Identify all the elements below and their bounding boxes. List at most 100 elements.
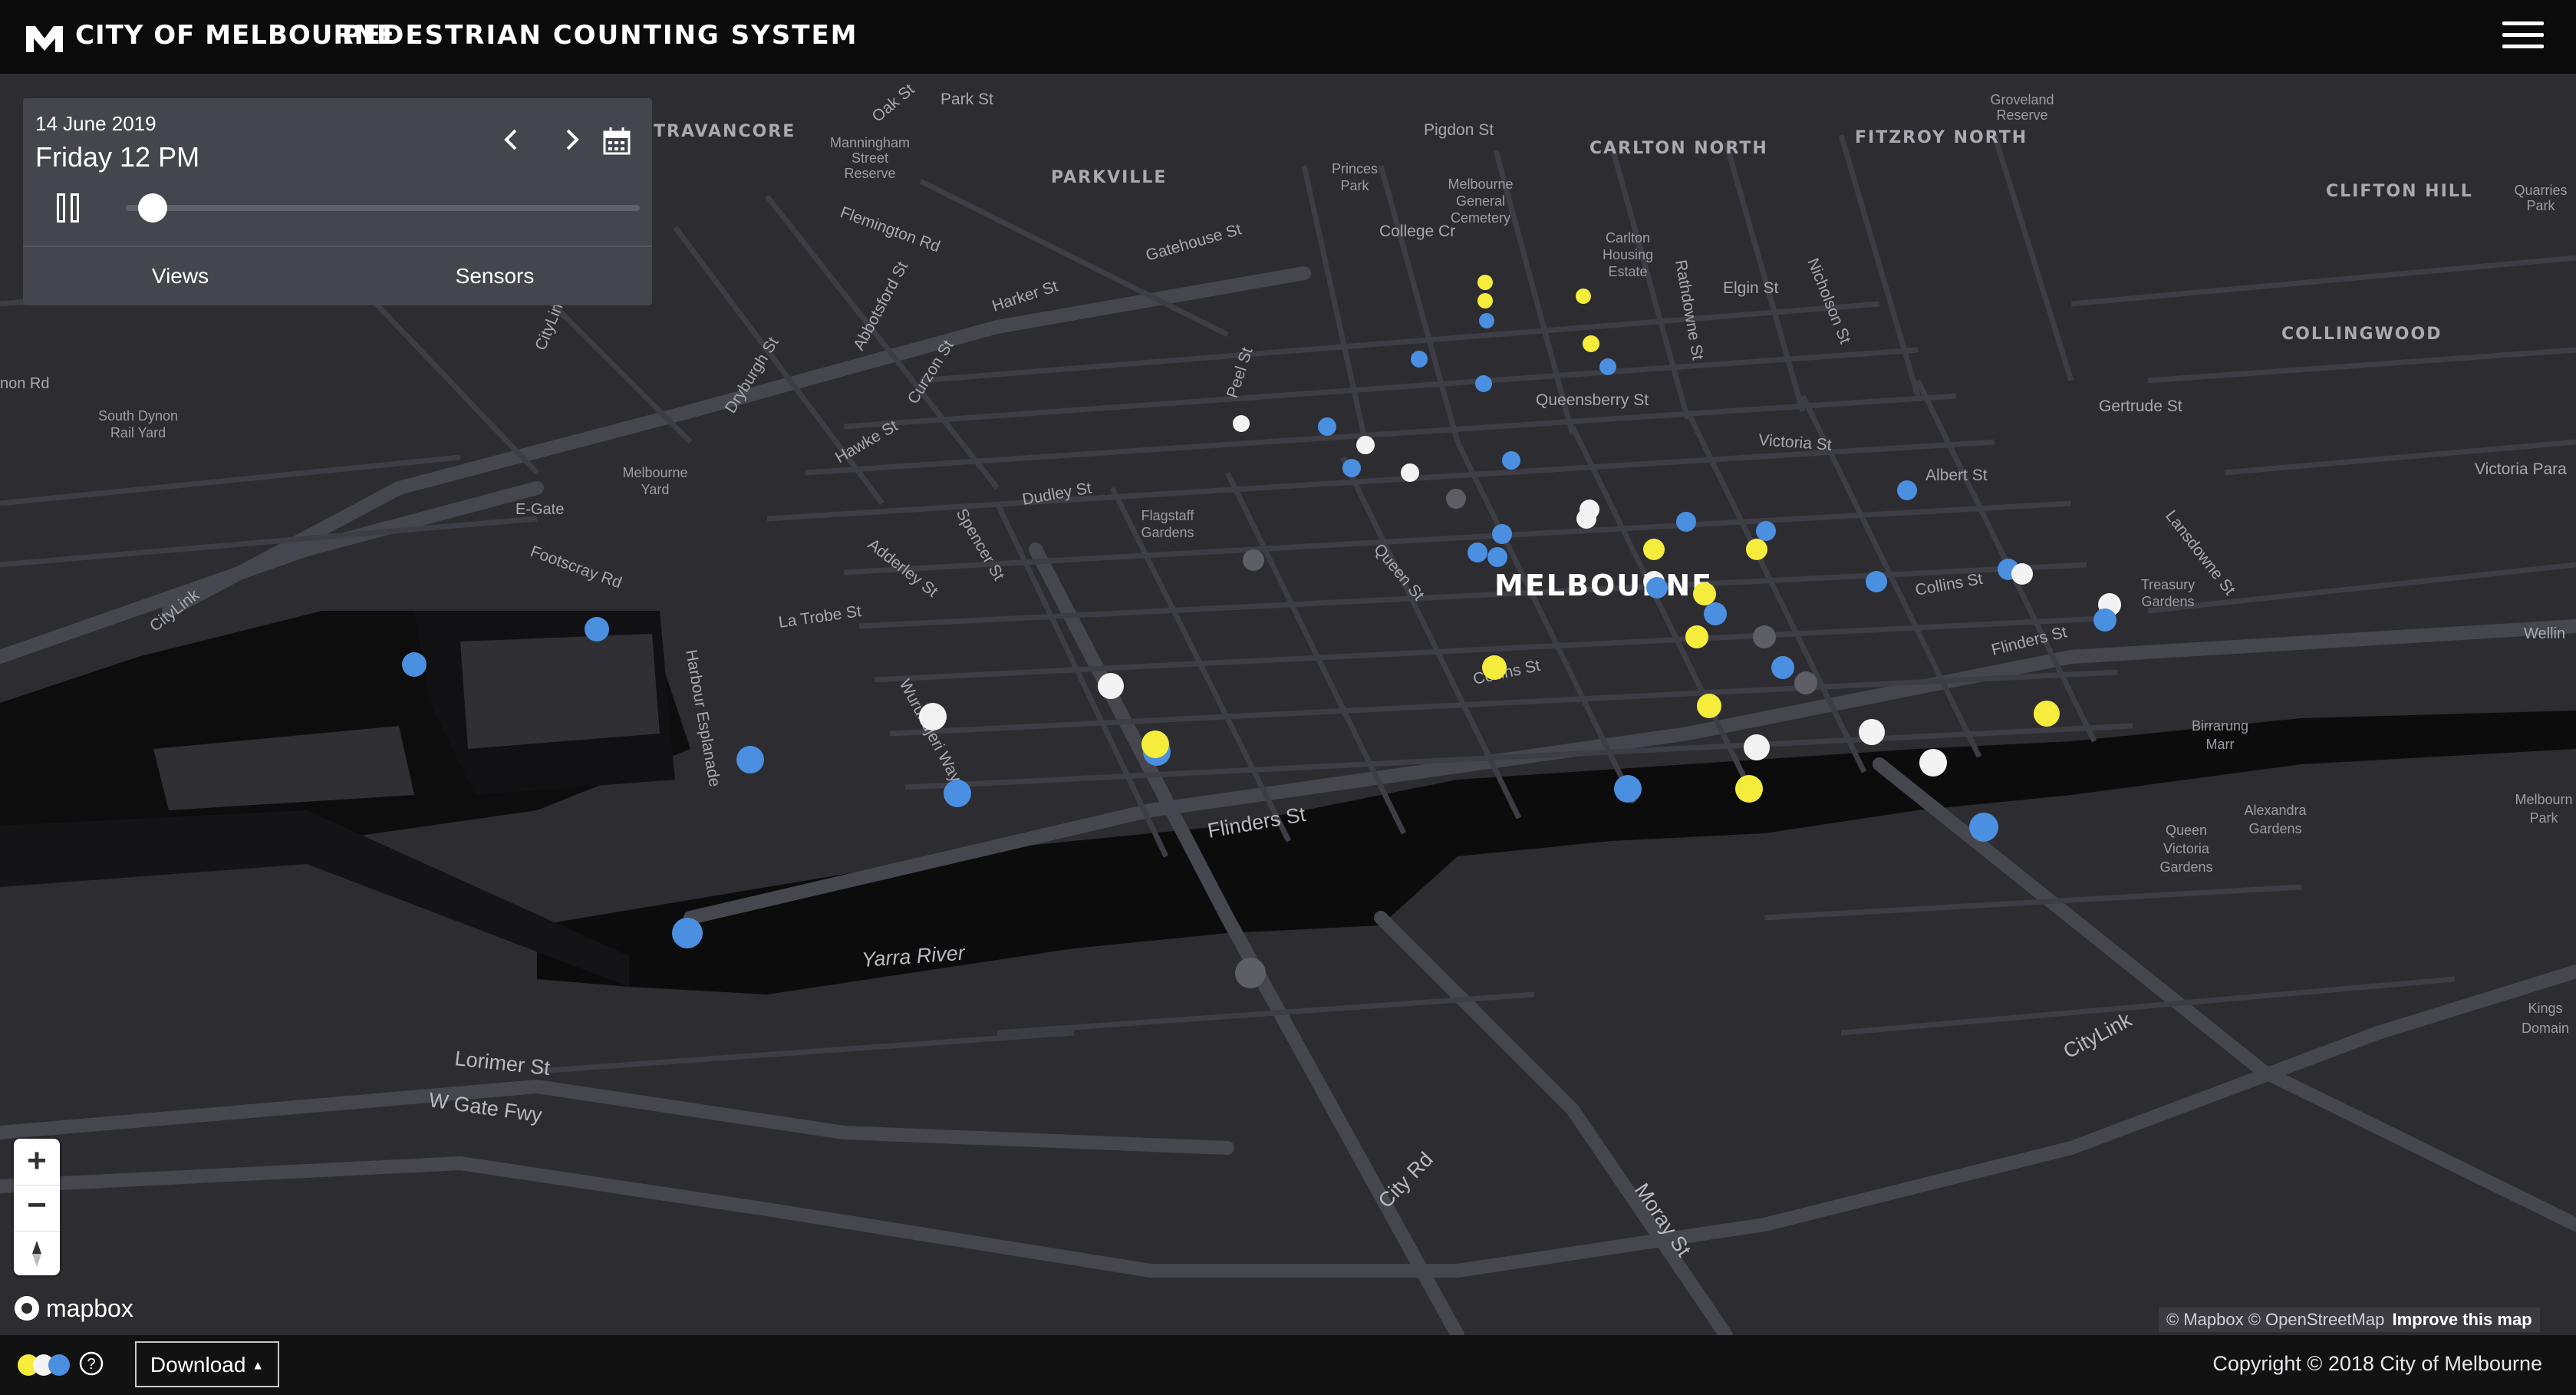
- mapbox-wordmark: mapbox: [46, 1294, 133, 1322]
- sensor-marker[interactable]: [1356, 436, 1375, 454]
- copyright-text: Copyright © 2018 City of Melbourne: [2212, 1352, 2542, 1375]
- sensor-marker[interactable]: [1744, 734, 1770, 760]
- svg-text:GrovelandReserve: Groveland Reserve: [1990, 92, 2054, 123]
- hamburger-icon[interactable]: [2502, 21, 2544, 54]
- download-label: Download: [150, 1353, 246, 1377]
- calendar-icon[interactable]: [600, 124, 634, 158]
- sensor-marker[interactable]: [1599, 358, 1616, 375]
- sensor-marker[interactable]: [585, 617, 609, 641]
- sensor-marker[interactable]: [1487, 547, 1507, 567]
- sensor-marker[interactable]: [1753, 625, 1776, 648]
- sensor-marker[interactable]: [1446, 489, 1466, 509]
- zoom-in-button[interactable]: +: [14, 1139, 60, 1183]
- sensor-marker[interactable]: [1492, 524, 1512, 544]
- sensor-marker[interactable]: [1676, 512, 1696, 532]
- svg-text:E-Gate: E-Gate: [516, 501, 564, 518]
- sensor-marker[interactable]: [1643, 539, 1665, 560]
- tab-sensors[interactable]: Sensors: [338, 247, 652, 305]
- svg-text:COLLINGWOOD: COLLINGWOOD: [2281, 325, 2442, 344]
- sensor-marker[interactable]: [1141, 730, 1169, 758]
- svg-text:Queensberry St: Queensberry St: [1536, 391, 1649, 409]
- sensor-marker[interactable]: [1318, 417, 1336, 436]
- sensor-marker[interactable]: [1235, 958, 1266, 988]
- sensor-marker[interactable]: [1482, 655, 1507, 680]
- attribution-text[interactable]: © Mapbox © OpenStreetMap: [2166, 1310, 2384, 1329]
- top-bar: CITY OF MELBOURNE PEDESTRIAN COUNTING SY…: [0, 0, 2576, 74]
- sensor-marker[interactable]: [1502, 451, 1520, 470]
- sensor-marker[interactable]: [1576, 509, 1596, 529]
- sensor-marker[interactable]: [1756, 521, 1776, 541]
- sensor-marker[interactable]: [1477, 275, 1493, 290]
- chevron-left-icon[interactable]: [496, 124, 526, 155]
- sensor-marker[interactable]: [1479, 313, 1494, 328]
- svg-text:CLIFTON HILL: CLIFTON HILL: [2326, 182, 2473, 201]
- time-control-panel: 14 June 2019 Friday 12 PM Views Sensors: [23, 98, 652, 305]
- svg-text:Wellin: Wellin: [2524, 625, 2565, 642]
- download-button[interactable]: Download ▲: [135, 1341, 279, 1387]
- sensor-marker[interactable]: [1704, 602, 1727, 625]
- mapbox-logo-icon: [15, 1296, 39, 1321]
- sensor-marker[interactable]: [672, 918, 703, 948]
- svg-text:Victoria Para: Victoria Para: [2475, 460, 2567, 478]
- sensor-marker[interactable]: [944, 780, 971, 807]
- mapbox-logo[interactable]: mapbox: [12, 1294, 133, 1323]
- sensor-marker[interactable]: [1735, 775, 1763, 803]
- sensor-marker[interactable]: [1342, 459, 1361, 477]
- svg-text:CARLTON NORTH: CARLTON NORTH: [1589, 139, 1768, 158]
- sensor-marker[interactable]: [1477, 293, 1493, 308]
- sensor-marker[interactable]: [1576, 289, 1591, 304]
- sensor-marker[interactable]: [1475, 375, 1492, 392]
- improve-map-link[interactable]: Improve this map: [2392, 1310, 2532, 1329]
- tab-views[interactable]: Views: [23, 247, 338, 305]
- svg-text:CarltonHousingEstate: Carlton Housing Estate: [1603, 230, 1653, 279]
- sensor-marker[interactable]: [1614, 775, 1642, 803]
- zoom-out-button[interactable]: −: [14, 1185, 60, 1230]
- sensor-marker[interactable]: [402, 652, 427, 677]
- sensor-marker[interactable]: [2034, 701, 2060, 727]
- svg-text:MelbourneGeneralCemetery: Melbourne General Cemetery: [1448, 176, 1513, 226]
- sensor-marker[interactable]: [1919, 749, 1947, 777]
- system-title: PEDESTRIAN COUNTING SYSTEM: [342, 20, 858, 51]
- sensor-marker[interactable]: [919, 703, 947, 730]
- chevron-right-icon[interactable]: [557, 124, 588, 155]
- sensor-marker[interactable]: [1746, 539, 1767, 560]
- sensor-marker[interactable]: [1794, 671, 1817, 694]
- svg-text:non Rd: non Rd: [0, 375, 50, 392]
- sensor-marker[interactable]: [736, 746, 764, 773]
- slider-thumb[interactable]: [138, 193, 168, 223]
- zoom-control: + −: [14, 1139, 60, 1275]
- sensor-marker[interactable]: [1866, 571, 1887, 592]
- label-melbourne: MELBOURNE: [1494, 569, 1713, 602]
- sensor-marker[interactable]: [1685, 625, 1708, 648]
- compass-icon[interactable]: [14, 1231, 60, 1276]
- sensor-marker[interactable]: [1771, 656, 1794, 679]
- slider-track[interactable]: [126, 205, 640, 211]
- city-of-melbourne-logo-icon[interactable]: [25, 23, 64, 54]
- svg-text:FITZROY NORTH: FITZROY NORTH: [1855, 128, 2028, 147]
- sensor-marker[interactable]: [1646, 577, 1668, 599]
- sensor-marker[interactable]: [1693, 582, 1716, 605]
- sensor-marker[interactable]: [1897, 480, 1917, 500]
- sensor-marker[interactable]: [1697, 694, 1721, 718]
- caret-up-icon: ▲: [252, 1359, 265, 1373]
- pause-icon[interactable]: [57, 193, 83, 223]
- svg-text:?: ?: [87, 1356, 95, 1373]
- sensor-marker[interactable]: [1243, 549, 1264, 571]
- time-slider[interactable]: [126, 193, 640, 223]
- sensor-marker[interactable]: [1098, 673, 1124, 699]
- sensor-marker[interactable]: [2093, 608, 2116, 632]
- sensor-marker[interactable]: [1859, 719, 1885, 745]
- svg-text:PARKVILLE: PARKVILLE: [1051, 168, 1167, 187]
- help-icon[interactable]: ?: [78, 1350, 104, 1377]
- sensor-marker[interactable]: [1411, 351, 1428, 368]
- legend-toggle-icon[interactable]: [15, 1352, 74, 1378]
- sensor-marker[interactable]: [1583, 335, 1599, 352]
- sensor-marker[interactable]: [1468, 542, 1487, 562]
- sensor-marker[interactable]: [2011, 563, 2033, 585]
- sensor-marker[interactable]: [1969, 813, 1998, 842]
- svg-text:Park St: Park St: [940, 91, 993, 108]
- svg-text:Gertrude St: Gertrude St: [2099, 397, 2182, 415]
- svg-text:TRAVANCORE: TRAVANCORE: [654, 122, 796, 141]
- sensor-marker[interactable]: [1401, 463, 1419, 482]
- sensor-marker[interactable]: [1233, 415, 1250, 432]
